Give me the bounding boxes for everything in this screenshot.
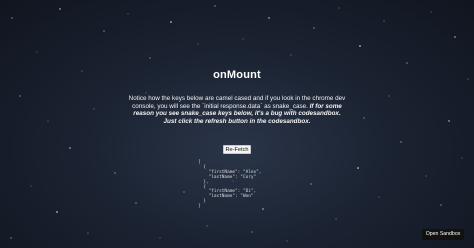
json-output: [ { "firstName": "Alex", "lastName": "Co… [198, 160, 262, 210]
notice-text: Notice how the keys below are camel case… [127, 95, 347, 125]
open-sandbox-button[interactable]: Open Sandbox [422, 229, 464, 240]
refetch-button[interactable]: Re-Fetch [223, 145, 251, 154]
page-title: onMount [213, 69, 261, 81]
